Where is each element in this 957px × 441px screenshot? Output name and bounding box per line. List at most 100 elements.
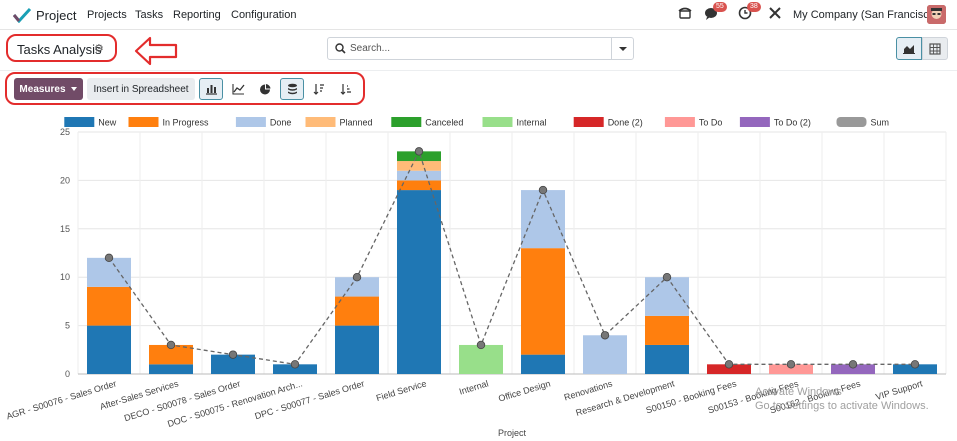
caret-down-icon (70, 87, 77, 91)
insert-in-spreadsheet-button[interactable]: Insert in Spreadsheet (87, 78, 195, 100)
legend-label: Internal (517, 118, 547, 128)
sum-point (290, 360, 300, 369)
company-switcher[interactable]: My Company (San Francisco) (793, 9, 939, 21)
sum-point (848, 360, 858, 369)
sort-descending-button[interactable] (307, 78, 331, 100)
legend-label: Done (2) (608, 118, 643, 128)
legend-label: Planned (340, 118, 373, 128)
activities-icon[interactable]: 38 (738, 2, 761, 24)
y-tick-label: 10 (60, 272, 70, 282)
sum-point (104, 253, 114, 263)
app-logo-icon[interactable] (13, 7, 31, 23)
bar-segment (645, 277, 689, 316)
legend-swatch (482, 117, 513, 127)
windows-activation-watermark: Activate Windows Go to Settings to activ… (755, 385, 929, 413)
bar-segment (149, 364, 193, 374)
sort-ascending-button[interactable] (334, 78, 358, 100)
bar-segment (521, 248, 565, 355)
phone-icon[interactable] (678, 6, 696, 24)
pie-chart-icon (260, 84, 271, 95)
messages-badge: 55 (713, 2, 727, 12)
search-placeholder: Search... (350, 43, 391, 54)
sum-point (600, 331, 610, 340)
stacked-button[interactable] (280, 78, 304, 100)
legend-swatch (739, 117, 770, 127)
sum-point (910, 360, 920, 369)
y-tick-label: 5 (65, 321, 70, 331)
sum-point (662, 272, 672, 282)
menu-tasks[interactable]: Tasks (135, 9, 163, 21)
watermark-line-1: Activate Windows (755, 386, 842, 398)
legend-swatch (128, 117, 159, 127)
annotation-arrow-icon (134, 36, 178, 66)
search-icon (335, 43, 346, 54)
sum-point (786, 360, 796, 369)
bar-segment (645, 344, 689, 374)
menu-reporting[interactable]: Reporting (173, 9, 221, 21)
bar-segment (521, 354, 565, 374)
app-name[interactable]: Project (36, 8, 76, 23)
legend-swatch (391, 117, 422, 127)
bar-segment (397, 190, 441, 374)
bar-segment (87, 286, 131, 326)
x-axis-title: Project (498, 428, 527, 438)
pie-chart-button[interactable] (253, 78, 277, 100)
bar-segment (87, 257, 131, 287)
messages-icon[interactable]: 55 (704, 2, 727, 24)
line-chart-button[interactable] (226, 78, 250, 100)
legend-label: In Progress (163, 118, 210, 128)
legend-swatch (664, 117, 695, 127)
page-title: Tasks Analysis (17, 42, 102, 57)
chevron-down-icon (619, 47, 627, 51)
sum-point (724, 360, 734, 369)
bar-segment (87, 325, 131, 374)
area-chart-icon (903, 45, 915, 54)
bar-chart-button[interactable] (199, 78, 223, 100)
watermark-line-2: Go to Settings to activate Windows. (755, 400, 929, 412)
x-tick-label: Field Service (375, 378, 428, 403)
x-tick-label: Office Design (497, 378, 551, 403)
y-tick-label: 15 (60, 224, 70, 234)
bar-segment (459, 344, 503, 374)
y-tick-label: 0 (65, 369, 70, 379)
avatar[interactable] (927, 5, 946, 24)
sum-point (538, 185, 548, 195)
gear-icon[interactable]: ⚙ (94, 42, 104, 55)
stack-icon (287, 83, 297, 95)
sum-point (352, 272, 362, 282)
legend-label: Done (270, 118, 292, 128)
bar-segment (521, 190, 565, 249)
measures-button[interactable]: Measures (14, 78, 83, 100)
view-pivot-button[interactable] (922, 37, 948, 60)
bar-segment (645, 315, 689, 345)
legend-label: To Do (2) (774, 118, 811, 128)
menu-configuration[interactable]: Configuration (231, 9, 296, 21)
legend-swatch (836, 117, 867, 127)
tools-icon[interactable] (768, 6, 786, 24)
view-graph-button[interactable] (896, 37, 922, 60)
sum-point (228, 350, 238, 359)
bar-segment (583, 335, 627, 374)
sum-point (476, 340, 486, 350)
legend-swatch (573, 117, 604, 127)
sum-point (166, 340, 176, 350)
sort-descending-icon (313, 84, 324, 95)
activities-badge: 38 (747, 2, 761, 12)
legend-label: Sum (871, 118, 890, 128)
x-tick-label: Internal (458, 378, 490, 396)
sum-point (414, 147, 424, 156)
legend-swatch (235, 117, 266, 127)
legend-swatch (305, 117, 336, 127)
bar-chart-icon (205, 85, 217, 95)
top-navbar: Project Projects Tasks Reporting Configu… (0, 0, 957, 30)
bar-segment (397, 170, 441, 181)
legend-label: Canceled (425, 118, 463, 128)
search-input[interactable]: Search... (327, 37, 634, 60)
search-options-toggle[interactable] (611, 38, 633, 59)
x-tick-label: DPC - S00077 - Sales Order (254, 378, 366, 421)
menu-projects[interactable]: Projects (87, 9, 127, 21)
bar-segment (335, 325, 379, 374)
line-chart-icon (231, 84, 245, 95)
x-tick-label: AGR - S00076 - Sales Order (5, 378, 117, 421)
measures-label: Measures (19, 83, 66, 95)
